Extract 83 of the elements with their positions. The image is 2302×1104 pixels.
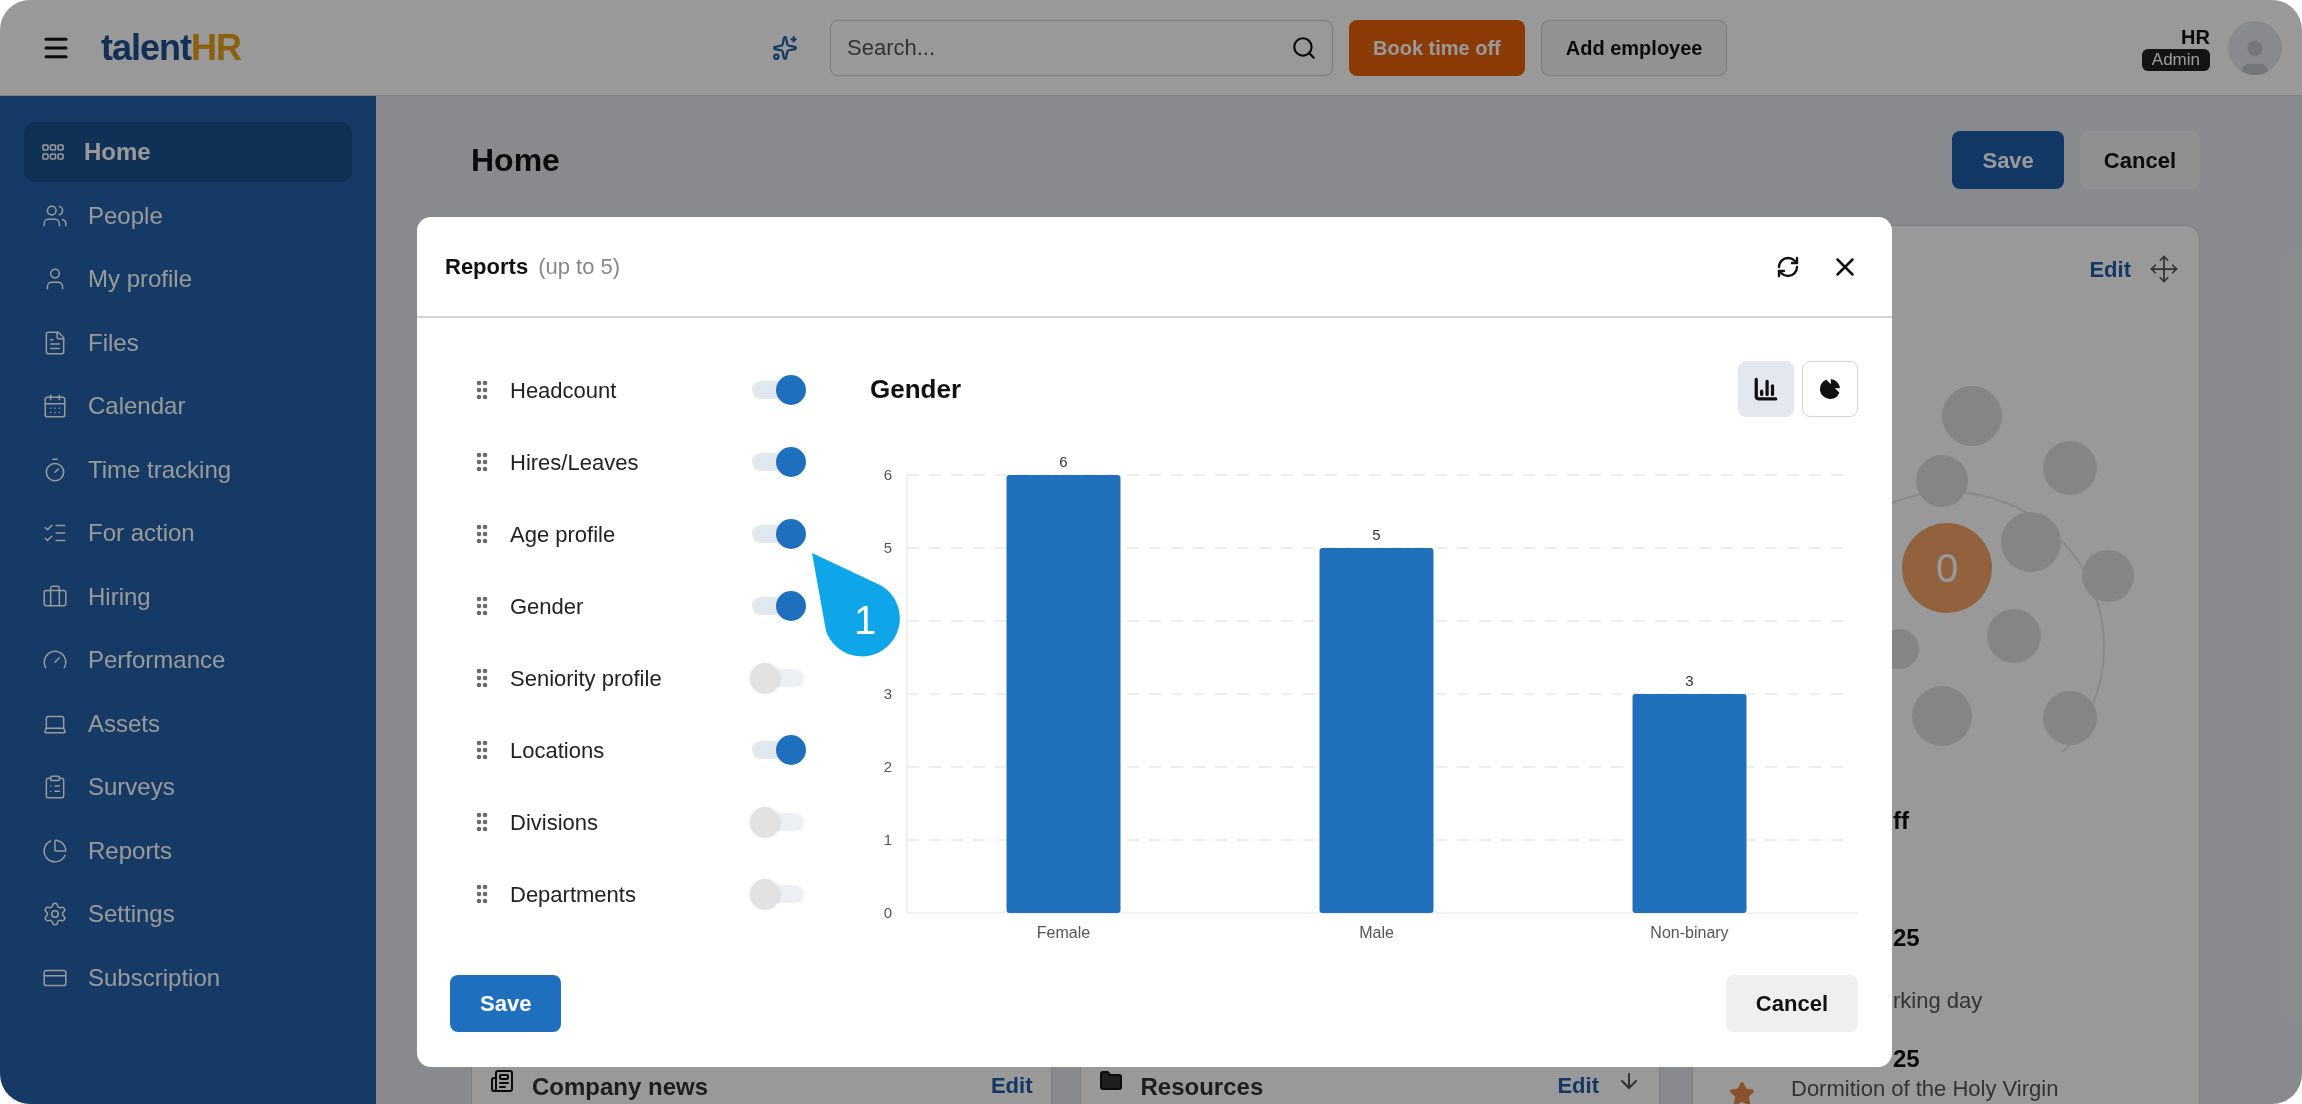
widget-title: Resources: [1140, 1072, 1264, 1102]
toggle-switch[interactable]: [750, 663, 806, 693]
bar-chart-view-button[interactable]: [1738, 361, 1794, 417]
toggle-switch[interactable]: [750, 519, 806, 549]
axis-tick-label: 3: [883, 685, 893, 702]
sidebar-item[interactable]: Performance: [24, 630, 352, 690]
counter-badge: 0: [1902, 523, 1992, 613]
sidebar-item[interactable]: Assets: [24, 693, 352, 754]
pie-chart-icon: [42, 837, 68, 864]
report-label: Locations: [510, 736, 605, 765]
move-icon[interactable]: [2149, 254, 2179, 284]
entry-date: 25: [1892, 1047, 1921, 1071]
axis-tick-label: 5: [883, 539, 893, 556]
category-label: Male: [1359, 924, 1394, 941]
bar-chart-icon: [1753, 376, 1779, 402]
save-button[interactable]: Save: [1952, 131, 2064, 189]
cancel-button[interactable]: Cancel: [2079, 131, 2200, 189]
sidebar-item[interactable]: Reports: [24, 820, 352, 881]
edit-link[interactable]: Edit: [1557, 1069, 1599, 1102]
pie-chart-icon: [1817, 376, 1843, 402]
add-employee-button[interactable]: Add employee: [1540, 19, 1728, 76]
entry-note: rking day: [1893, 989, 1983, 1013]
sidebar-item[interactable]: Subscription: [24, 947, 352, 1008]
logo-accent: HR: [191, 25, 241, 70]
report-label: Departments: [510, 880, 636, 909]
pie-chart-view-button[interactable]: [1802, 361, 1858, 417]
logo-text: talent: [101, 25, 191, 70]
sidebar-item[interactable]: For action: [24, 503, 352, 563]
save-button[interactable]: Save: [450, 975, 562, 1032]
search-icon[interactable]: [1291, 34, 1317, 61]
chart-title: Gender: [870, 372, 962, 406]
sparkle-icon[interactable]: [772, 34, 798, 61]
report-label: Gender: [510, 592, 584, 621]
search-field[interactable]: Search...: [830, 19, 1333, 76]
entry-note: Dormition of the Holy Virgin: [1791, 1077, 2059, 1101]
sidebar-item[interactable]: Surveys: [24, 757, 352, 817]
bar-value-label: 3: [1685, 672, 1694, 689]
star-icon: [1729, 1081, 1755, 1104]
role-badge: Admin: [2141, 48, 2210, 71]
sidebar-item[interactable]: People: [24, 185, 352, 246]
sidebar-item[interactable]: My profile: [24, 249, 352, 309]
bar-value-label: 5: [1372, 526, 1381, 543]
calendar-icon: [42, 393, 68, 419]
category-label: Non-binary: [1650, 924, 1729, 941]
page-title: Home: [471, 141, 560, 180]
report-label: Hires/Leaves: [510, 448, 639, 477]
cancel-button[interactable]: Cancel: [1725, 975, 1858, 1032]
sidebar-item[interactable]: Home: [24, 122, 352, 182]
toggle-switch[interactable]: [750, 879, 806, 909]
toggle-switch[interactable]: [750, 735, 806, 765]
sidebar-item[interactable]: Files: [24, 312, 352, 373]
sidebar-item[interactable]: Settings: [24, 884, 352, 944]
toggle-switch[interactable]: [750, 447, 806, 477]
widget-title: Company news: [532, 1072, 709, 1102]
report-label: Age profile: [510, 520, 616, 549]
grid-icon: [42, 144, 64, 160]
report-label: Headcount: [510, 376, 617, 405]
toggle-switch[interactable]: [750, 591, 806, 621]
axis-tick-label: 1: [883, 831, 893, 848]
sidebar-item[interactable]: Hiring: [24, 566, 352, 627]
toggle-switch[interactable]: [750, 807, 806, 837]
axis-tick-label: 2: [883, 758, 893, 775]
bar-value-label: 6: [1059, 453, 1068, 470]
sidebar-item[interactable]: Time tracking: [24, 439, 352, 500]
section-heading: ff: [1892, 809, 1910, 833]
sidebar-item[interactable]: Calendar: [24, 376, 352, 436]
category-label: Female: [1036, 924, 1091, 941]
user-name: HR: [2181, 24, 2210, 49]
book-time-off-button[interactable]: Book time off: [1349, 19, 1525, 76]
edit-link[interactable]: Edit: [2089, 252, 2131, 286]
dialog-title: Reports: [445, 253, 529, 281]
entry-date: 25: [1893, 926, 1921, 950]
report-label: Divisions: [510, 808, 599, 837]
folder-icon: [1098, 1069, 1123, 1093]
newspaper-icon: [490, 1069, 514, 1093]
dialog-subtitle: (up to 5): [538, 253, 621, 281]
report-label: Seniority profile: [510, 664, 662, 693]
edit-link[interactable]: Edit: [990, 1069, 1033, 1102]
axis-tick-label: 6: [883, 466, 893, 483]
settings-icon: [42, 901, 68, 927]
refresh-icon[interactable]: [1776, 254, 1800, 279]
axis-tick-label: 0: [883, 904, 893, 921]
toggle-switch[interactable]: [750, 375, 806, 405]
